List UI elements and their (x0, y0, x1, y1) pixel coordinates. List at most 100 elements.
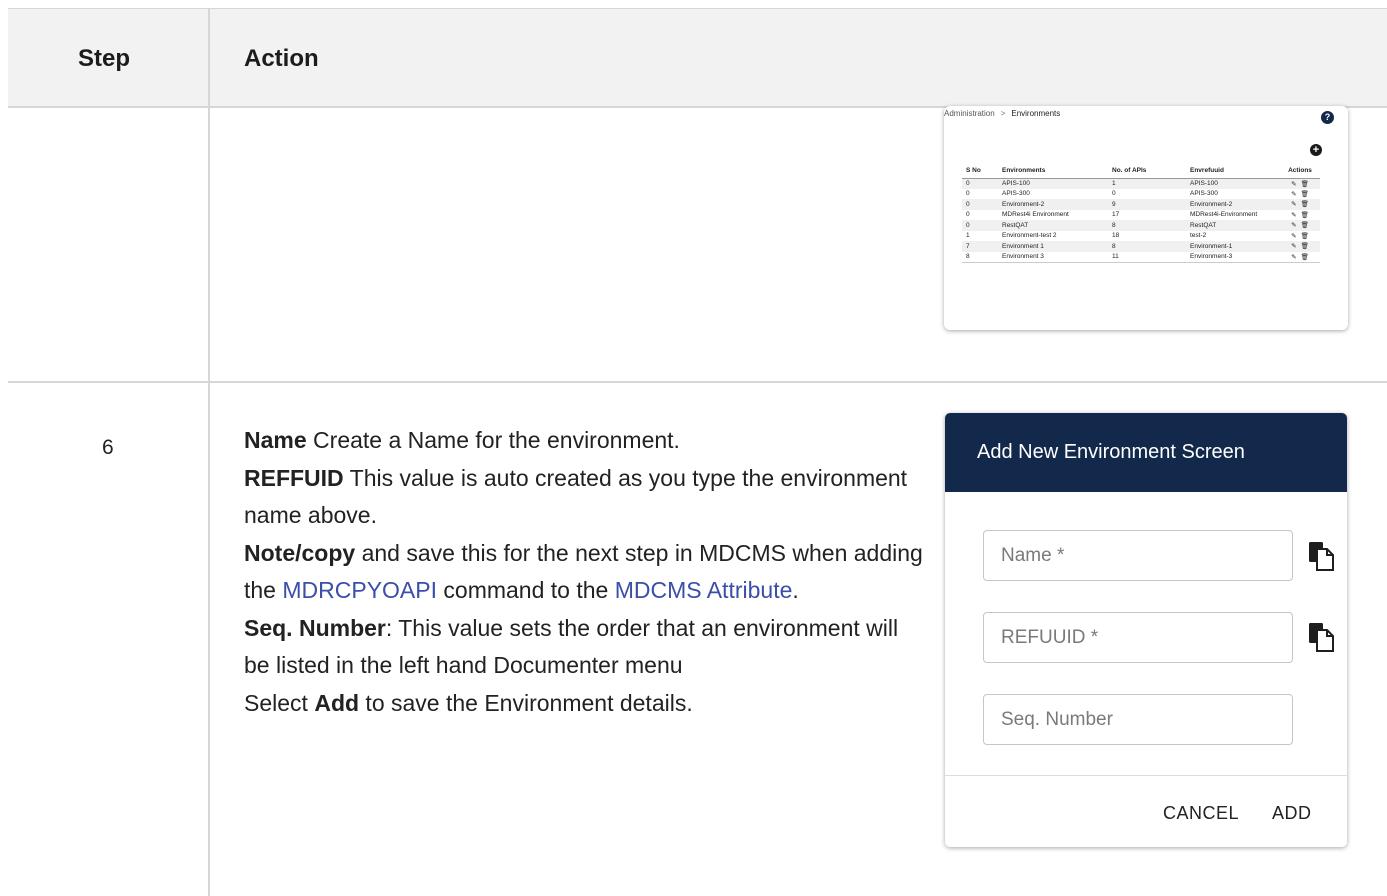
trash-icon[interactable]: 🗑 (1301, 253, 1309, 261)
edit-icon[interactable]: ✎ (1291, 190, 1296, 198)
add-button[interactable]: ADD (1272, 803, 1312, 824)
environments-table-header: S No Environments No. of APIs Envrefuuid… (962, 164, 1320, 179)
cell-sno: 1 (966, 232, 970, 240)
instruction-select: Select Add to save the Environment detai… (244, 685, 924, 723)
edit-icon[interactable]: ✎ (1291, 232, 1296, 240)
edit-icon[interactable]: ✎ (1291, 200, 1296, 208)
table-row: 1 Environment-test 2 18 test-2 ✎ 🗑 (962, 231, 1320, 242)
select-add-label: Add (314, 689, 360, 716)
cell-actions: ✎ 🗑 (1276, 210, 1320, 221)
breadcrumb-current: Environments (1011, 109, 1061, 118)
question-circle-icon[interactable]: ? (1321, 111, 1334, 124)
seq-number-input[interactable] (984, 695, 1292, 744)
name-text: Create a Name for the environment. (306, 427, 680, 453)
add-environment-dialog: Add New Environment Screen CANCEL ADD (945, 413, 1347, 847)
note-label: Note/copy (244, 539, 356, 566)
table-header-row: Step Action (8, 8, 1387, 108)
name-label: Name (244, 427, 307, 453)
instruction-name: Name Create a Name for the environment. (244, 422, 924, 460)
column-divider (208, 8, 210, 896)
edit-icon[interactable]: ✎ (1291, 242, 1296, 250)
environments-screenshot: Administration > Environments ? + S No Env… (944, 106, 1348, 330)
trash-icon[interactable]: 🗑 (1301, 180, 1309, 188)
col-num-apis: No. of APIs (1108, 164, 1186, 179)
name-field[interactable] (983, 530, 1293, 581)
cell-envrefuuid: Environment-3 (1186, 251, 1276, 263)
dialog-header: Add New Environment Screen (945, 413, 1347, 492)
cell-sno: 0 (966, 211, 970, 219)
environments-table: S No Environments No. of APIs Envrefuuid… (962, 164, 1320, 263)
cell-num-apis: 17 (1112, 211, 1120, 219)
cell-actions: ✎ 🗑 (1276, 231, 1320, 242)
cell-environment: Environment 1 (1002, 242, 1044, 250)
mdcms-attribute-link[interactable]: MDCMS Attribute (615, 577, 793, 603)
copy-clipboard-icon[interactable] (1308, 622, 1334, 652)
edit-icon[interactable]: ✎ (1291, 211, 1296, 219)
cell-sno: 0 (966, 190, 970, 198)
cell-actions: ✎ 🗑 (1276, 178, 1320, 189)
header-action: Action (244, 45, 319, 72)
cell-sno: 8 (962, 251, 998, 263)
instruction-seq: Seq. Number: This value sets the order t… (244, 610, 924, 685)
cell-environment: APIS-300 (1002, 190, 1030, 198)
col-actions: Actions (1276, 164, 1320, 179)
trash-icon[interactable]: 🗑 (1301, 200, 1309, 208)
cell-sno: 7 (966, 242, 970, 250)
table-row: 0 RestQAT 8 RestQAT ✎ 🗑 (962, 220, 1320, 231)
dialog-divider (945, 775, 1347, 776)
cancel-button[interactable]: CANCEL (1163, 803, 1239, 824)
trash-icon[interactable]: 🗑 (1301, 232, 1309, 240)
step-number: 6 (102, 436, 114, 459)
instruction-note: Note/copy and save this for the next ste… (244, 535, 924, 610)
seq-number-field[interactable] (983, 694, 1293, 745)
select-text-2: to save the Environment details. (359, 689, 693, 716)
cell-environment: Environment-2 (1002, 200, 1045, 208)
edit-icon[interactable]: ✎ (1291, 253, 1296, 261)
cell-num-apis: 9 (1112, 200, 1116, 208)
cell-num-apis: 0 (1112, 190, 1116, 198)
table-row: 0 MDRest4i Environment 17 MDRest4i-Envir… (962, 210, 1320, 221)
breadcrumb-parent[interactable]: Administration (944, 109, 995, 118)
table-row: 8 Environment 3 11 Environment-3 ✎ 🗑 (962, 251, 1320, 263)
cell-envrefuuid: MDRest4i-Environment (1190, 211, 1258, 219)
cell-environment: MDRest4i Environment (1002, 211, 1069, 219)
edit-icon[interactable]: ✎ (1291, 221, 1296, 229)
cell-actions: ✎ 🗑 (1276, 220, 1320, 231)
breadcrumb-separator: > (1000, 109, 1006, 118)
refuuid-input[interactable] (984, 613, 1292, 662)
breadcrumb: Administration > Environments (944, 109, 1060, 118)
cell-actions: ✎ 🗑 (1276, 251, 1320, 263)
cell-environment: Environment 3 (998, 251, 1108, 263)
name-input[interactable] (984, 531, 1292, 580)
seq-label: Seq. Number (244, 614, 386, 641)
cell-envrefuuid: Environment-1 (1190, 242, 1233, 250)
edit-icon[interactable]: ✎ (1291, 180, 1296, 188)
steps-table: Step Action Administration > Environments … (8, 8, 1387, 896)
trash-icon[interactable]: 🗑 (1301, 221, 1309, 229)
table-row: 0 APIS-100 1 APIS-100 ✎ 🗑 (962, 178, 1320, 189)
cell-actions: ✎ 🗑 (1276, 199, 1320, 210)
plus-circle-icon[interactable]: + (1310, 144, 1322, 156)
mdrcpyoapi-link[interactable]: MDRCPYOAPI (282, 577, 437, 603)
refuuid-field[interactable] (983, 612, 1293, 663)
cell-num-apis: 11 (1108, 251, 1186, 263)
trash-icon[interactable]: 🗑 (1301, 242, 1309, 250)
cell-envrefuuid: test-2 (1190, 232, 1207, 240)
cell-num-apis: 1 (1112, 180, 1116, 187)
cell-environment: RestQAT (1002, 221, 1029, 229)
cell-actions: ✎ 🗑 (1276, 189, 1320, 200)
reffuid-label: REFFUID (244, 464, 344, 491)
header-step: Step (78, 45, 131, 72)
cell-envrefuuid: APIS-100 (1190, 180, 1218, 187)
cell-num-apis: 8 (1112, 221, 1116, 229)
copy-clipboard-icon[interactable] (1308, 541, 1334, 571)
row-divider (8, 381, 1387, 383)
dialog-title: Add New Environment Screen (977, 441, 1245, 463)
col-environments: Environments (998, 164, 1108, 179)
trash-icon[interactable]: 🗑 (1301, 211, 1309, 219)
table-row: 0 Environment-2 9 Environment-2 ✎ 🗑 (962, 199, 1320, 210)
cell-sno: 0 (966, 180, 970, 187)
reffuid-text: This value is auto created as you type t… (244, 464, 908, 529)
trash-icon[interactable]: 🗑 (1301, 190, 1309, 198)
cell-envrefuuid: RestQAT (1190, 221, 1217, 229)
